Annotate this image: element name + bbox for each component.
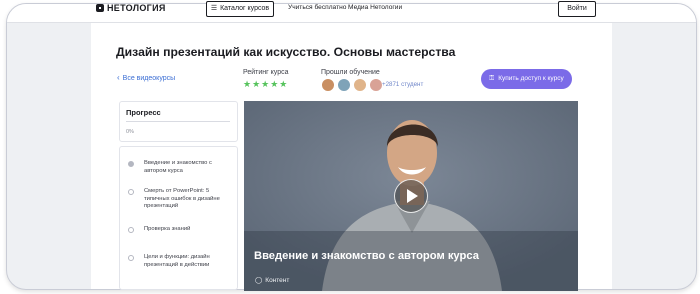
catalog-label: Каталог курсов	[220, 5, 270, 12]
avatar	[321, 78, 335, 92]
lesson-status-dot	[128, 227, 134, 233]
tag-icon: ◯	[255, 277, 263, 284]
lesson-title: Цели и функции: дизайн презентаций в дей…	[144, 254, 210, 268]
chevron-left-icon: ‹	[117, 73, 120, 82]
buy-access-button[interactable]: ⚿ Купить доступ к курсу	[481, 69, 572, 89]
key-icon: ⚿	[489, 75, 495, 82]
catalog-list-icon: ☰	[210, 5, 218, 12]
video-title: Введение и знакомство с автором курса	[254, 250, 479, 262]
lesson-title: Введение и знакомство с автором курса	[144, 160, 212, 174]
lesson-title: Проверка знаний	[144, 226, 191, 232]
progress-title: Прогресс	[126, 108, 161, 117]
lesson-status-dot	[128, 255, 134, 261]
progress-bar	[126, 121, 230, 122]
lesson-status-dot	[128, 189, 134, 195]
lesson-item-goals[interactable]: Цели и функции: дизайн презентаций в дей…	[128, 254, 234, 269]
nav-link-media[interactable]: Медиа Нетологии	[348, 4, 402, 11]
rating-stars: ★★★★★	[243, 79, 289, 89]
avatar	[369, 78, 383, 92]
avatar	[337, 78, 351, 92]
back-to-courses-link[interactable]: ‹ Все видеокурсы	[117, 73, 175, 82]
nav-link-free-learning[interactable]: Учиться бесплатно	[288, 4, 346, 11]
logo-icon	[96, 4, 104, 12]
back-label: Все видеокурсы	[122, 75, 176, 82]
logo-text: НЕТОЛОГИЯ	[107, 3, 166, 13]
learned-label: Прошли обучение	[321, 69, 380, 76]
video-tag[interactable]: ◯ Контент	[255, 276, 289, 284]
page-title: Дизайн презентаций как искусство. Основы…	[116, 45, 456, 59]
catalog-button[interactable]: ☰ Каталог курсов	[206, 1, 274, 17]
lesson-list: Введение и знакомство с автором курса См…	[119, 146, 238, 290]
lesson-item-quiz[interactable]: Проверка знаний	[128, 226, 234, 234]
progress-value: 0%	[126, 129, 134, 135]
learners-count[interactable]: +2871 студент	[382, 81, 423, 88]
rating-label: Рейтинг курса	[243, 69, 289, 76]
avatar	[353, 78, 367, 92]
learner-avatars	[321, 78, 385, 92]
progress-card: Прогресс 0%	[119, 101, 238, 142]
lesson-item-mistakes[interactable]: Смерть от PowerPoint: 5 типичных ошибок …	[128, 188, 234, 211]
logo[interactable]: НЕТОЛОГИЯ	[96, 3, 166, 13]
video-tag-label: Контент	[265, 277, 290, 284]
buy-label: Купить доступ к курсу	[498, 75, 564, 82]
play-button[interactable]	[394, 179, 428, 213]
lesson-status-dot	[128, 161, 134, 167]
lesson-item-intro[interactable]: Введение и знакомство с автором курса	[128, 160, 234, 175]
lesson-title: Смерть от PowerPoint: 5 типичных ошибок …	[144, 188, 220, 209]
login-button[interactable]: Войти	[558, 1, 596, 17]
